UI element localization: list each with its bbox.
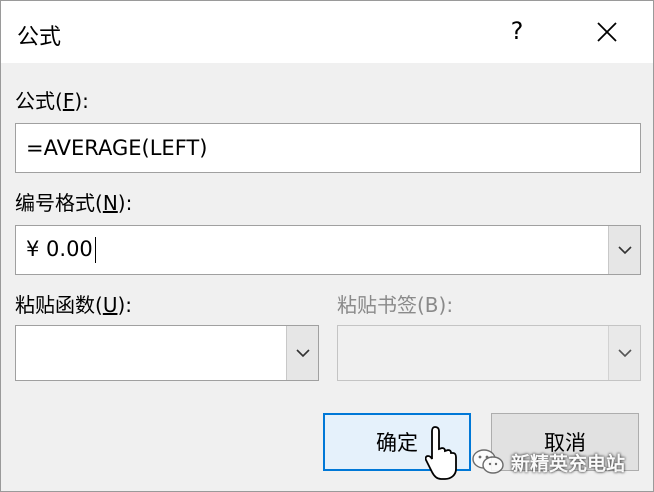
paste-function-dropdown-button[interactable] (286, 326, 318, 380)
paste-function-select[interactable] (15, 325, 319, 381)
wechat-icon (472, 449, 504, 474)
number-format-dropdown-button[interactable] (608, 226, 640, 274)
close-icon (597, 21, 617, 42)
chevron-down-icon (295, 349, 310, 358)
paste-bookmark-label: 粘贴书签(B): (337, 293, 454, 317)
chevron-down-icon (617, 246, 632, 255)
number-format-label: 编号格式(N): (15, 191, 133, 215)
paste-bookmark-select (337, 325, 641, 381)
text-caret (94, 237, 96, 263)
help-button[interactable]: ? (497, 11, 537, 51)
paste-function-label: 粘贴函数(U): (15, 293, 132, 317)
formula-dialog: 公式 ? 公式(F): =AVERAGE(LEFT) 编号格式(N): ¥ 0.… (0, 0, 654, 492)
formula-input-value: =AVERAGE(LEFT) (26, 136, 208, 160)
close-button[interactable] (585, 11, 629, 51)
watermark: 新精英充电站 (471, 439, 651, 485)
formula-input[interactable]: =AVERAGE(LEFT) (15, 123, 641, 173)
number-format-combobox[interactable]: ¥ 0.00 (15, 225, 641, 275)
chevron-down-icon (617, 349, 632, 358)
dialog-titlebar: 公式 ? (1, 1, 653, 63)
number-format-value: ¥ 0.00 (26, 237, 96, 263)
mouse-cursor-icon (425, 426, 457, 480)
dialog-title: 公式 (17, 25, 62, 50)
formula-label: 公式(F): (15, 89, 89, 113)
watermark-text: 新精英充电站 (511, 452, 626, 475)
paste-bookmark-dropdown-button (608, 326, 640, 380)
